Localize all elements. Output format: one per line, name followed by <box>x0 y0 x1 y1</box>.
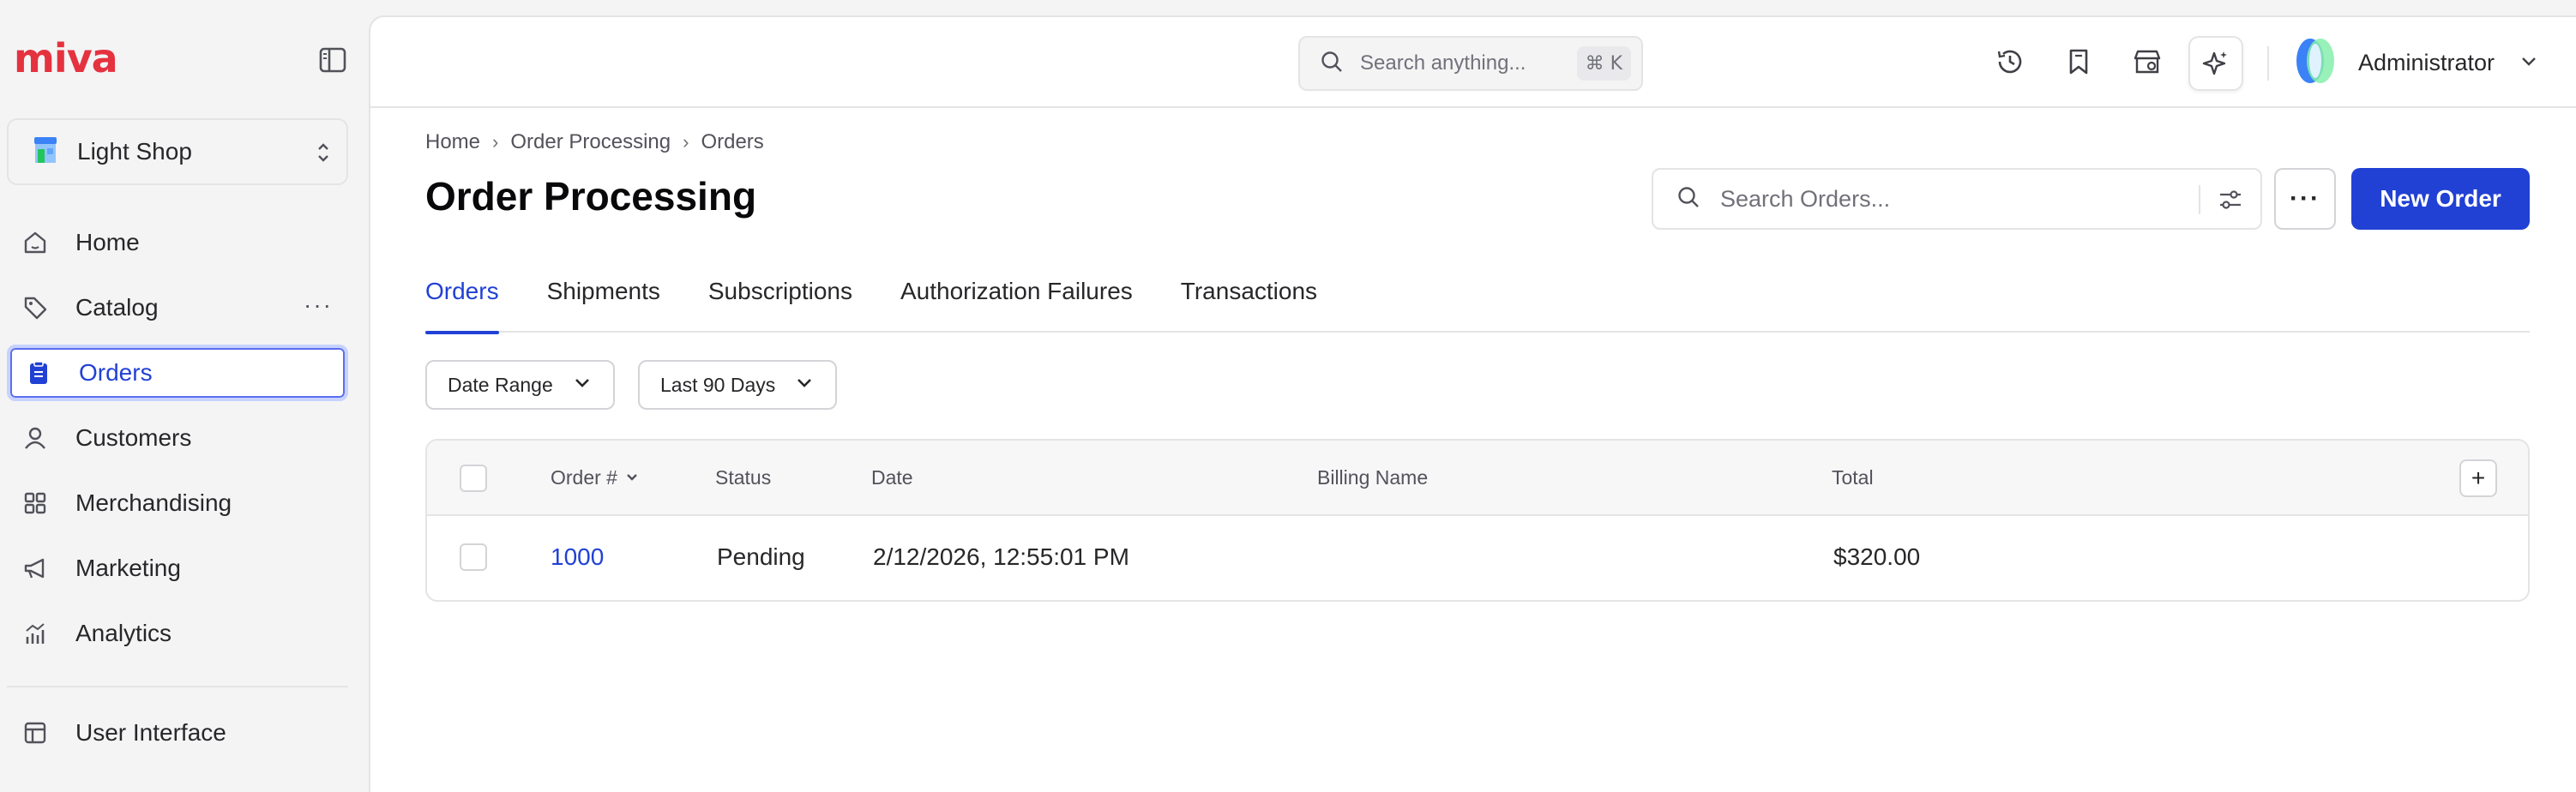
filter-sliders-icon[interactable] <box>2216 185 2245 219</box>
sidebar-item-merchandising[interactable]: Merchandising <box>7 475 348 531</box>
store-name: Light Shop <box>77 138 192 165</box>
chevron-right-icon: › <box>683 131 689 153</box>
store-icon <box>33 135 58 169</box>
breadcrumb-home[interactable]: Home <box>425 130 480 154</box>
orders-search-placeholder: Search Orders... <box>1720 185 1891 212</box>
chevron-down-icon <box>572 372 593 398</box>
column-header-billing-name[interactable]: Billing Name <box>1317 466 1428 489</box>
global-search-input[interactable]: Search anything... ⌘ K <box>1298 36 1643 91</box>
bar-chart-icon <box>21 619 50 648</box>
sidebar-divider <box>7 686 348 687</box>
clipboard-icon <box>24 358 53 387</box>
row-checkbox[interactable] <box>460 543 487 571</box>
add-column-button[interactable]: + <box>2459 459 2497 497</box>
period-dropdown[interactable]: Last 90 Days <box>638 360 838 410</box>
ai-sparkle-icon[interactable] <box>2188 36 2243 91</box>
global-search-placeholder: Search anything... <box>1360 51 1526 75</box>
date-range-label: Date Range <box>448 373 553 396</box>
history-icon[interactable] <box>1989 41 2031 82</box>
top-bar: Search anything... ⌘ K Administrator <box>370 17 2576 108</box>
date-range-dropdown[interactable]: Date Range <box>425 360 615 410</box>
sidebar-nav: Home Catalog ··· Orders Customers Mercha… <box>7 214 348 670</box>
sidebar: miva Light Shop Home Catalog ··· Orders … <box>0 0 369 792</box>
megaphone-icon <box>21 554 50 583</box>
sidebar-item-customers[interactable]: Customers <box>7 410 348 466</box>
sidebar-item-orders[interactable]: Orders <box>7 345 348 401</box>
breadcrumb: Home › Order Processing › Orders <box>425 130 764 154</box>
column-header-order-label: Order # <box>551 466 617 489</box>
column-header-order[interactable]: Order # <box>551 466 640 489</box>
sort-chevron-down-icon <box>624 466 640 489</box>
tab-authorization-failures[interactable]: Authorization Failures <box>900 274 1133 333</box>
column-header-date[interactable]: Date <box>871 466 913 489</box>
sidebar-item-user-interface[interactable]: User Interface <box>7 705 348 761</box>
search-divider <box>2199 185 2200 214</box>
tab-subscriptions[interactable]: Subscriptions <box>708 274 852 333</box>
search-icon <box>1676 184 1701 214</box>
tab-shipments[interactable]: Shipments <box>547 274 660 333</box>
storefront-icon[interactable] <box>2127 41 2168 82</box>
search-icon <box>1319 49 1345 79</box>
new-order-button[interactable]: New Order <box>2351 168 2530 230</box>
grid-icon <box>21 489 50 518</box>
period-label: Last 90 Days <box>660 373 776 396</box>
sidebar-item-label: Marketing <box>75 555 181 581</box>
sidebar-item-catalog[interactable]: Catalog ··· <box>7 279 348 336</box>
sidebar-item-label: Home <box>75 229 140 255</box>
column-header-status[interactable]: Status <box>715 466 771 489</box>
order-date: 2/12/2026, 12:55:01 PM <box>873 543 1129 570</box>
column-header-total[interactable]: Total <box>1832 466 1874 489</box>
order-total: $320.00 <box>1833 543 1921 570</box>
bookmark-icon[interactable] <box>2058 41 2099 82</box>
sidebar-item-label: Analytics <box>75 620 172 646</box>
tab-bar: Orders Shipments Subscriptions Authoriza… <box>425 274 2530 334</box>
breadcrumb-orders: Orders <box>701 130 764 153</box>
user-menu[interactable]: Administrator <box>2288 34 2539 91</box>
select-all-checkbox[interactable] <box>460 465 487 492</box>
main-panel: Search anything... ⌘ K Administrator Hom… <box>369 15 2576 792</box>
store-switcher[interactable]: Light Shop <box>7 118 348 185</box>
user-icon <box>21 423 50 453</box>
sidebar-footer-nav: User Interface <box>7 705 348 770</box>
tag-icon <box>21 293 50 322</box>
orders-search-input[interactable]: Search Orders... <box>1652 168 2262 230</box>
more-actions-button[interactable]: ··· <box>2274 168 2336 230</box>
chevron-down-icon <box>794 372 815 398</box>
order-number-link[interactable]: 1000 <box>551 543 604 571</box>
miva-logo[interactable]: miva <box>14 39 118 78</box>
topbar-divider <box>2267 46 2269 81</box>
table-header: Order # Status Date Billing Name Total + <box>427 441 2528 516</box>
breadcrumb-order-processing[interactable]: Order Processing <box>510 130 671 154</box>
order-status: Pending <box>717 543 805 570</box>
tab-orders[interactable]: Orders <box>425 274 499 334</box>
home-icon <box>21 228 50 257</box>
sidebar-item-home[interactable]: Home <box>7 214 348 271</box>
page-title: Order Processing <box>425 174 757 219</box>
sidebar-item-label: User Interface <box>75 719 226 746</box>
avatar <box>2288 35 2343 91</box>
user-name: Administrator <box>2358 49 2495 75</box>
table-row[interactable]: 1000 Pending 2/12/2026, 12:55:01 PM $320… <box>427 516 2528 600</box>
chevron-right-icon: › <box>492 131 499 153</box>
sidebar-item-label: Catalog <box>75 294 159 321</box>
chevron-updown-icon <box>316 141 331 169</box>
sidebar-toggle-icon[interactable] <box>317 45 348 75</box>
tab-transactions[interactable]: Transactions <box>1181 274 1317 333</box>
sidebar-item-label: Customers <box>75 424 192 451</box>
more-options-icon[interactable]: ··· <box>304 291 333 319</box>
sidebar-item-marketing[interactable]: Marketing <box>7 540 348 597</box>
sidebar-item-label: Orders <box>79 359 153 386</box>
keyboard-shortcut-badge: ⌘ K <box>1576 46 1631 81</box>
sidebar-item-analytics[interactable]: Analytics <box>7 605 348 662</box>
layout-icon <box>21 718 50 747</box>
orders-table: Order # Status Date Billing Name Total +… <box>425 439 2530 602</box>
sidebar-item-label: Merchandising <box>75 489 232 516</box>
chevron-down-icon <box>2519 51 2539 75</box>
